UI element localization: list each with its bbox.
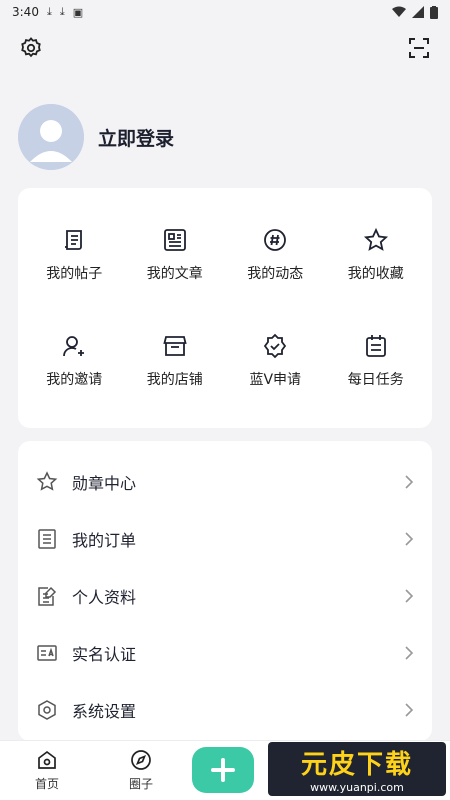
edit-document-icon xyxy=(38,586,57,606)
signal-icon xyxy=(412,6,424,18)
grid-item-label: 我的店铺 xyxy=(146,372,203,388)
grid-item-blue-v-apply[interactable]: 蓝V申请 xyxy=(225,308,326,414)
wifi-icon xyxy=(392,6,406,17)
badge-check-icon xyxy=(264,333,287,359)
create-post-button[interactable] xyxy=(192,747,254,793)
list-item-medal-center[interactable]: 勋章中心 xyxy=(18,453,432,510)
chevron-right-icon xyxy=(405,645,414,660)
scan-button[interactable] xyxy=(406,35,432,61)
status-bar: 3:40 ⤓ ⤓ ▣ xyxy=(0,0,450,24)
notification-a-icon: ▣ xyxy=(72,5,84,19)
bottom-tab-bar: 首页 圈子 元皮下载 www.yuanpi.com xyxy=(0,740,450,800)
feature-grid-card: 我的帖子 我的文章 我的动态 我的收藏 我的邀请 我的店铺 蓝V申请 每日任务 xyxy=(18,188,432,428)
status-time: 3:40 xyxy=(12,5,39,19)
chevron-right-icon xyxy=(405,474,414,489)
login-link[interactable]: 立即登录 xyxy=(98,124,174,151)
grid-item-my-favorites[interactable]: 我的收藏 xyxy=(326,202,427,308)
settings-button[interactable] xyxy=(18,35,44,61)
watermark-title: 元皮下载 xyxy=(300,750,413,780)
profile-section[interactable]: 立即登录 xyxy=(0,102,450,172)
list-item-system-settings[interactable]: 系统设置 xyxy=(18,681,432,738)
grid-item-label: 我的帖子 xyxy=(46,266,103,282)
download-icon-2: ⤓ xyxy=(59,5,65,18)
grid-item-my-store[interactable]: 我的店铺 xyxy=(125,308,226,414)
grid-item-my-invites[interactable]: 我的邀请 xyxy=(24,308,125,414)
hashtag-icon xyxy=(264,229,287,251)
avatar[interactable] xyxy=(18,104,84,170)
grid-item-my-activity[interactable]: 我的动态 xyxy=(225,202,326,308)
battery-icon xyxy=(430,5,438,19)
download-icon: ⤓ xyxy=(46,5,52,18)
article-icon xyxy=(163,229,186,251)
star-icon xyxy=(363,227,388,251)
tab-label: 首页 xyxy=(34,777,59,791)
gear-icon xyxy=(21,37,41,58)
grid-item-my-articles[interactable]: 我的文章 xyxy=(125,202,226,308)
scan-icon xyxy=(409,38,429,58)
list-item-real-name-auth[interactable]: 实名认证 xyxy=(18,624,432,681)
home-icon xyxy=(38,750,56,769)
chevron-right-icon xyxy=(405,588,414,603)
tab-label: 圈子 xyxy=(128,777,153,791)
chevron-right-icon xyxy=(405,531,414,546)
grid-item-label: 我的邀请 xyxy=(46,372,103,388)
tab-circle[interactable]: 圈子 xyxy=(94,749,188,792)
list-item-label: 勋章中心 xyxy=(72,473,137,493)
calendar-task-icon xyxy=(365,335,386,357)
star-outline-icon xyxy=(36,470,58,491)
tab-home[interactable]: 首页 xyxy=(0,749,94,792)
grid-item-label: 蓝V申请 xyxy=(249,372,302,388)
top-bar xyxy=(0,24,450,72)
grid-item-label: 我的动态 xyxy=(247,266,304,282)
post-icon xyxy=(65,230,83,250)
watermark-url: www.yuanpi.com xyxy=(310,781,404,794)
list-item-label: 系统设置 xyxy=(72,701,137,721)
default-avatar-icon xyxy=(18,104,84,170)
order-icon xyxy=(38,528,56,549)
list-item-label: 实名认证 xyxy=(72,644,137,664)
list-item-profile-info[interactable]: 个人资料 xyxy=(18,567,432,624)
id-card-icon xyxy=(37,644,57,661)
grid-item-my-posts[interactable]: 我的帖子 xyxy=(24,202,125,308)
invite-user-icon xyxy=(63,336,85,357)
plus-icon xyxy=(211,758,235,782)
chevron-right-icon xyxy=(405,702,414,717)
watermark-logo: 元皮下载 www.yuanpi.com xyxy=(268,742,446,796)
store-icon xyxy=(163,336,187,356)
grid-item-label: 每日任务 xyxy=(347,372,404,388)
list-item-my-orders[interactable]: 我的订单 xyxy=(18,510,432,567)
grid-item-daily-tasks[interactable]: 每日任务 xyxy=(326,308,427,414)
list-item-label: 我的订单 xyxy=(72,530,137,550)
compass-icon xyxy=(131,750,151,770)
hex-settings-icon xyxy=(38,699,56,720)
list-item-label: 个人资料 xyxy=(72,587,137,607)
grid-item-label: 我的文章 xyxy=(146,266,203,282)
menu-list-card: 勋章中心 我的订单 个人资料 实名认证 系统设置 xyxy=(18,441,432,741)
grid-item-label: 我的收藏 xyxy=(347,266,404,282)
